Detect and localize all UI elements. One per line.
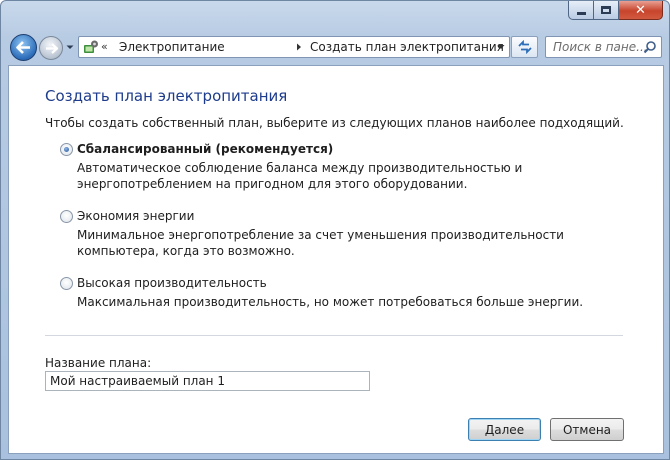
- breadcrumb-create-plan[interactable]: Создать план электропитания: [310, 40, 504, 54]
- chevron-down-icon: [497, 45, 504, 49]
- address-dropdown-button[interactable]: [492, 37, 509, 57]
- forward-button[interactable]: [39, 36, 63, 60]
- plan-name-power-saver[interactable]: Экономия энергии: [77, 209, 194, 223]
- maximize-button[interactable]: [594, 1, 619, 20]
- radio-high-performance[interactable]: [60, 277, 73, 290]
- page-title: Создать план электропитания: [45, 87, 288, 105]
- search-placeholder: Поиск в пане...: [553, 40, 648, 54]
- plan-name-high-performance[interactable]: Высокая производительность: [77, 276, 267, 290]
- forward-arrow-icon: [45, 42, 58, 54]
- plan-name-balanced[interactable]: Сбалансированный (рекомендуется): [77, 142, 333, 156]
- next-button[interactable]: Далее: [468, 418, 541, 441]
- back-button[interactable]: [10, 34, 37, 61]
- plan-description-power-saver: Минимальное энергопотребление за счет ум…: [77, 228, 564, 258]
- refresh-button[interactable]: [511, 36, 538, 58]
- plan-name-label: Название плана:: [45, 356, 152, 370]
- minimize-button[interactable]: [568, 1, 594, 20]
- back-arrow-icon: [16, 41, 30, 54]
- intro-text: Чтобы создать собственный план, выберите…: [45, 116, 624, 130]
- address-bar[interactable]: « Электропитание Создать план электропит…: [78, 36, 510, 58]
- plan-name-input[interactable]: [45, 371, 370, 391]
- radio-balanced[interactable]: [60, 143, 73, 156]
- control-panel-icon: [84, 40, 98, 53]
- breadcrumb-power-options[interactable]: Электропитание: [119, 40, 225, 54]
- plan-description-high-performance: Максимальная производительность, но може…: [77, 295, 584, 309]
- section-divider: [45, 335, 623, 336]
- radio-power-saver[interactable]: [60, 210, 73, 223]
- recent-pages-dropdown-icon[interactable]: [66, 43, 74, 51]
- address-overflow-chevron[interactable]: «: [101, 40, 108, 53]
- close-button[interactable]: ✕: [619, 1, 663, 20]
- caption-buttons: ✕: [568, 1, 663, 20]
- close-icon: ✕: [635, 2, 646, 18]
- refresh-icon: [517, 40, 532, 54]
- plan-description-balanced: Автоматическое соблюдение баланса между …: [77, 161, 523, 191]
- minimize-icon: [576, 12, 586, 15]
- maximize-icon: [601, 6, 611, 14]
- cancel-button[interactable]: Отмена: [550, 418, 624, 441]
- breadcrumb-separator-icon[interactable]: [296, 43, 302, 51]
- search-field[interactable]: Поиск в пане...: [545, 36, 662, 58]
- search-icon[interactable]: [643, 40, 657, 54]
